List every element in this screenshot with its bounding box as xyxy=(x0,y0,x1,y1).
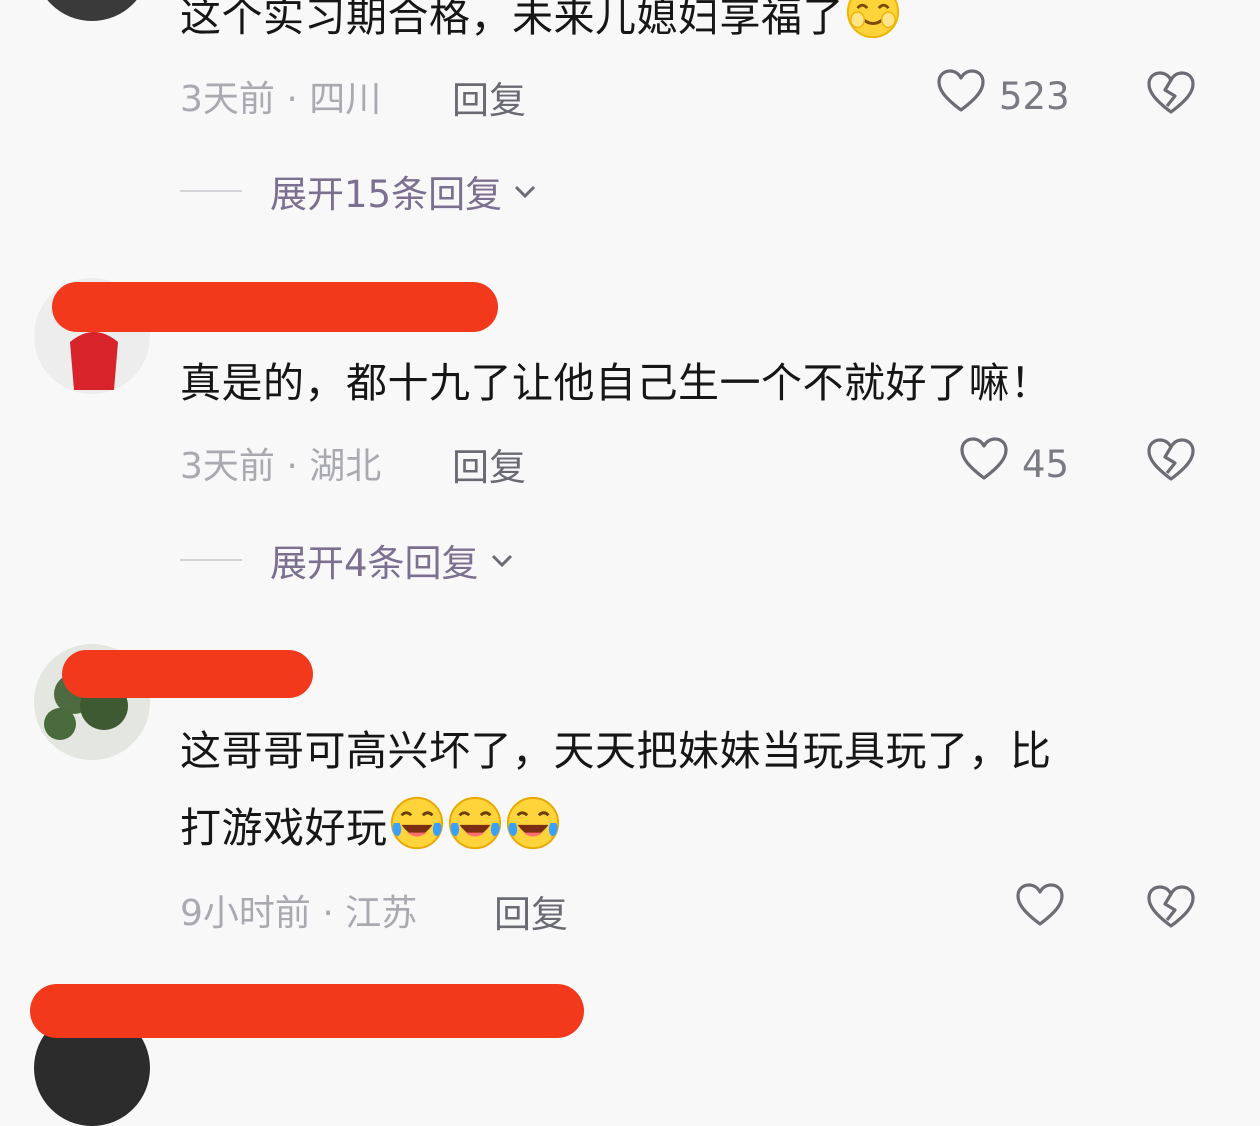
divider-line xyxy=(180,559,242,561)
comment-text-line: 这哥哥可高兴坏了，天天把妹妹当玩具玩了，比 xyxy=(180,727,1052,775)
tears-of-joy-emoji-icon xyxy=(388,794,446,852)
divider-line xyxy=(180,190,242,192)
expand-replies-label: 展开15条回复 xyxy=(270,173,503,216)
meta-separator: · xyxy=(274,79,310,120)
like-count: 523 xyxy=(999,75,1070,118)
like-button[interactable] xyxy=(1014,880,1066,941)
comment-location: 湖北 xyxy=(309,446,382,487)
comment-text-content: 打游戏好玩 xyxy=(180,804,388,852)
meta-separator: · xyxy=(274,446,310,487)
comment-time: 3天前 xyxy=(180,79,275,120)
heart-outline-icon xyxy=(958,434,1010,495)
comment-time: 9小时前 xyxy=(180,893,311,934)
heart-outline-icon xyxy=(1014,880,1066,941)
comment-text-content: 这个实习期合格，未来儿媳妇享福了 xyxy=(180,0,844,41)
comment-meta: 3天前 · 四川 xyxy=(180,70,381,122)
tears-of-joy-emoji-icon xyxy=(504,794,562,852)
meta-separator: · xyxy=(310,893,346,934)
reply-button[interactable]: 回复 xyxy=(452,70,526,124)
like-button[interactable]: 45 xyxy=(958,434,1069,495)
comment-meta: 9小时前 · 江苏 xyxy=(180,884,417,936)
comment-text-line: 打游戏好玩 xyxy=(180,789,562,867)
like-count: 45 xyxy=(1022,443,1070,486)
like-button[interactable]: 523 xyxy=(935,66,1070,127)
redacted-username xyxy=(30,984,584,1038)
comment-text: 这个实习期合格，未来儿媳妇享福了 xyxy=(180,0,902,56)
tears-of-joy-emoji-icon xyxy=(446,794,504,852)
broken-heart-icon xyxy=(1145,438,1197,491)
dislike-button[interactable] xyxy=(1145,68,1197,120)
expand-replies-button[interactable]: 展开15条回复 xyxy=(180,164,542,218)
reply-button[interactable]: 回复 xyxy=(494,884,568,938)
comment-text: 真是的，都十九了让他自己生一个不就好了嘛！ xyxy=(180,359,1052,407)
comment-time: 3天前 xyxy=(180,446,275,487)
broken-heart-icon xyxy=(1145,71,1197,124)
redacted-username xyxy=(52,282,498,332)
comment-location: 江苏 xyxy=(345,893,418,934)
expand-replies-label: 展开4条回复 xyxy=(270,542,479,585)
avatar[interactable] xyxy=(34,0,150,21)
smiling-face-emoji-icon xyxy=(844,0,902,41)
comment-meta: 3天前 · 湖北 xyxy=(180,437,381,489)
heart-outline-icon xyxy=(935,66,987,127)
reply-button[interactable]: 回复 xyxy=(452,437,526,491)
chevron-down-icon xyxy=(515,185,536,199)
redacted-username xyxy=(62,650,313,698)
dislike-button[interactable] xyxy=(1145,435,1197,487)
chevron-down-icon xyxy=(491,554,512,568)
expand-replies-button[interactable]: 展开4条回复 xyxy=(180,533,519,587)
comment-location: 四川 xyxy=(309,79,382,120)
broken-heart-icon xyxy=(1145,885,1197,938)
dislike-button[interactable] xyxy=(1145,882,1197,934)
